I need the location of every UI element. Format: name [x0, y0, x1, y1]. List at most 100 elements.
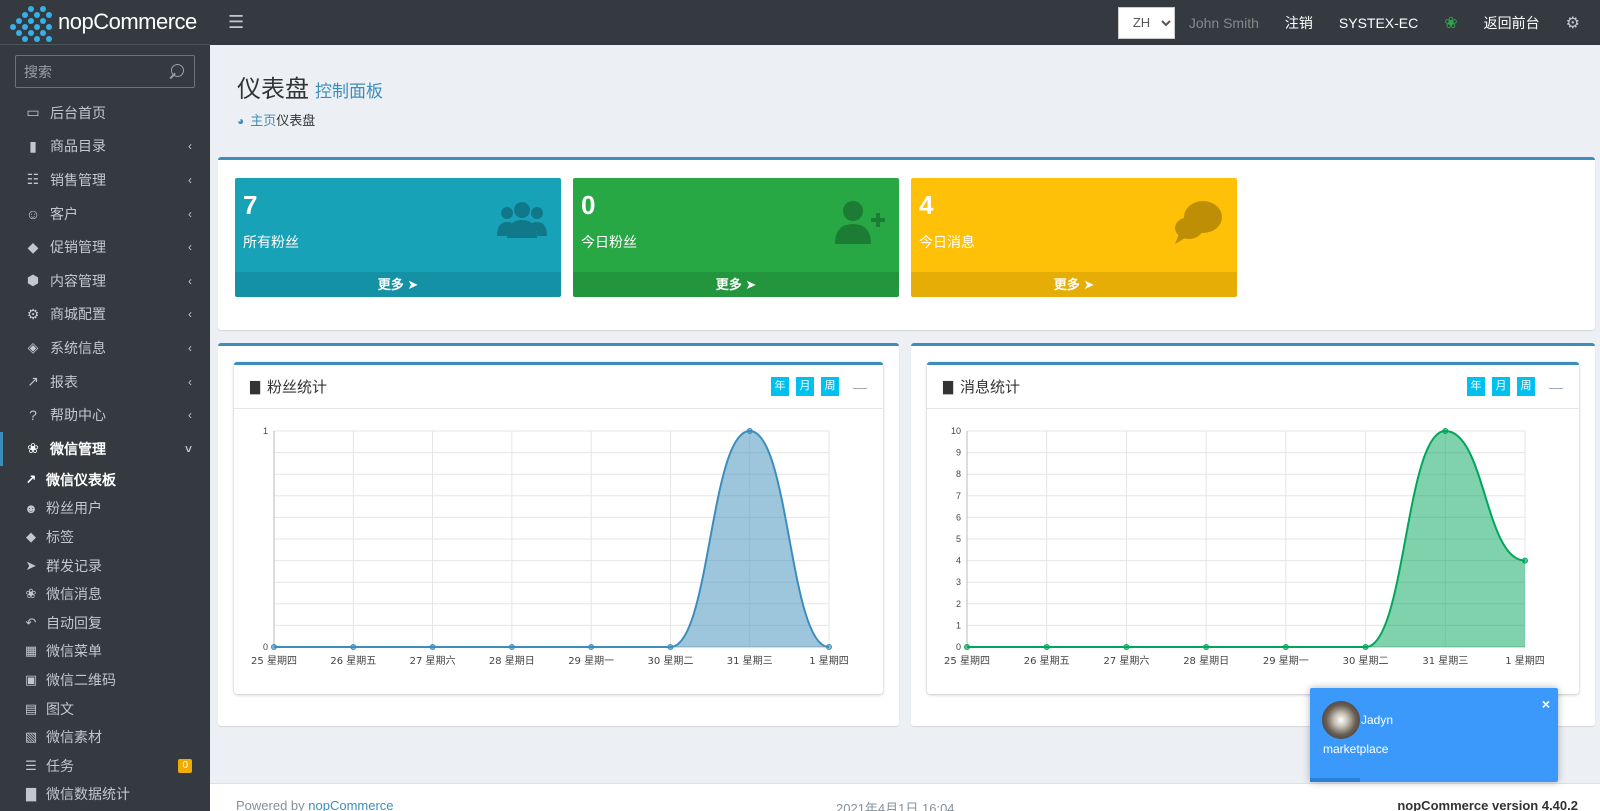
submenu-item[interactable]: ▧ 微信素材 — [0, 723, 210, 752]
back-to-store-link[interactable]: 返回前台 — [1484, 13, 1540, 33]
x-tick-label: 28 星期日 — [489, 655, 535, 667]
collapse-icon[interactable]: — — [1547, 379, 1565, 395]
submenu-item[interactable]: ▇ 微信数据统计 — [0, 780, 210, 809]
submenu-item[interactable]: ❀ 微信消息 — [0, 580, 210, 609]
qrcode-icon: ▣ — [24, 671, 38, 687]
user-name[interactable]: John Smith — [1189, 15, 1259, 31]
info-box-today-messages: 4 今日消息 更多 ➤ — [911, 178, 1237, 297]
x-tick-label: 25 星期四 — [944, 655, 990, 667]
gears-icon: ⚙ — [26, 305, 40, 322]
line-chart-icon: ↗ — [25, 471, 37, 487]
cart-icon: ☷ — [26, 171, 40, 188]
logout-link[interactable]: 注销 — [1285, 13, 1313, 33]
logo-dot — [22, 12, 28, 18]
messages-chart: 0 1 2 3 4 5 6 7 8 9 10 25 星期四 26 星期五 27 星期六 28 星期日 29 星… — [927, 409, 1579, 694]
wechat-icon[interactable]: ❀ — [1444, 13, 1457, 33]
info-box-all-fans: 7 所有粉丝 更多 ➤ — [235, 178, 561, 297]
chart-title: 粉丝统计 — [267, 379, 328, 396]
submenu-item[interactable]: ☰ 任务 0 — [0, 751, 210, 780]
logo-dot — [34, 12, 40, 18]
data-point — [964, 644, 970, 650]
sidebar-item[interactable]: ☷ 销售管理 ‹ — [0, 163, 210, 197]
search-icon[interactable] — [166, 62, 186, 82]
page-title-text: 仪表盘 — [237, 76, 309, 103]
fans-chart-panel: ▇ 粉丝统计 年 月 周 — 0 1 25 星期四 26 星期五 27 星期六 28 星期… — [218, 343, 899, 726]
x-tick-label: 26 星期五 — [330, 655, 376, 667]
sidebar-item[interactable]: ▮ 商品目录 ‹ — [0, 130, 210, 164]
info-box-value: 7 — [243, 190, 258, 220]
sidebar-item[interactable]: ☺ 客户 ‹ — [0, 197, 210, 231]
submenu-item-label: 微信消息 — [46, 586, 102, 603]
sidebar-item[interactable]: ❀ 微信管理 ˅ — [0, 431, 210, 466]
sidebar-item[interactable]: ▭ 后台首页 — [0, 96, 210, 130]
footer-powered: Powered by nopCommerce — [236, 798, 394, 811]
nopcommerce-link[interactable]: nopCommerce — [308, 798, 393, 811]
x-tick-label: 29 星期一 — [1263, 655, 1309, 667]
close-icon[interactable]: × — [1542, 696, 1550, 712]
top-navbar: ☰ ZH John Smith 注销 SYSTEX-EC ❀ 返回前台 ⚙ — [210, 0, 1600, 45]
tags-icon: ◆ — [27, 238, 39, 255]
more-link[interactable]: 更多 ➤ — [573, 272, 899, 297]
y-tick-label: 0 — [956, 642, 961, 652]
wechat-submenu: ↗ 微信仪表板 ☻ 粉丝用户 ◆ 标签 ➤ 群发记录 ❀ 微信消息 ↶ 自动回复 ▦ 微信菜单 ▣ 微信二维码… — [0, 466, 210, 809]
messages-chart-panel: ▇ 消息统计 年 月 周 — 0 1 2 3 4 5 6 7 8 9 10 25 星期四 26 星期五 2… — [911, 343, 1595, 726]
logo-dot — [16, 30, 22, 36]
data-point — [1203, 644, 1210, 650]
submenu-item[interactable]: ↶ 自动回复 — [0, 609, 210, 638]
logo-dot — [28, 18, 34, 24]
gears-icon[interactable]: ⚙ — [1566, 13, 1580, 33]
sidebar-item[interactable]: ⚙ 商城配置 ‹ — [0, 298, 210, 332]
logo-dot — [10, 24, 16, 30]
chevron-left-icon: ‹ — [188, 374, 192, 389]
submenu-item[interactable]: ➤ 群发记录 — [0, 551, 210, 580]
more-link[interactable]: 更多 ➤ — [235, 272, 561, 297]
brand[interactable]: nopCommerce — [0, 0, 210, 45]
breadcrumb-home-link[interactable]: 主页 — [250, 113, 276, 128]
week-button[interactable]: 周 — [1517, 377, 1535, 396]
y-tick-label: 10 — [951, 426, 961, 436]
sidebar-item[interactable]: ◆ 促销管理 ‹ — [0, 230, 210, 264]
sidebar-item-label: 报表 — [50, 373, 78, 390]
brand-name: nopCommerce — [58, 9, 197, 34]
year-button[interactable]: 年 — [1467, 377, 1485, 396]
language-select[interactable]: ZH — [1117, 6, 1175, 39]
submenu-item-label: 粉丝用户 — [46, 500, 102, 517]
submenu-item-label: 微信素材 — [46, 729, 102, 746]
sidebar-item[interactable]: ? 帮助中心 ‹ — [0, 398, 210, 432]
data-point — [1282, 644, 1289, 650]
y-tick-label: 0 — [263, 642, 268, 652]
sidebar-item[interactable]: ⬢ 内容管理 ‹ — [0, 264, 210, 298]
count-badge: 0 — [178, 758, 192, 773]
chevron-left-icon: ‹ — [188, 206, 192, 221]
sidebar-item[interactable]: ◈ 系统信息 ‹ — [0, 331, 210, 365]
store-link[interactable]: SYSTEX-EC — [1339, 15, 1418, 31]
week-button[interactable]: 周 — [821, 377, 839, 396]
toast-notification[interactable]: Jadyn marketplace × — [1310, 688, 1558, 782]
logo-dot — [40, 6, 46, 12]
submenu-item[interactable]: ▤ 图文 — [0, 694, 210, 723]
chart-title: 消息统计 — [960, 379, 1021, 396]
book-icon: ▮ — [29, 137, 37, 154]
hamburger-menu-icon[interactable]: ☰ — [228, 12, 244, 33]
submenu-item[interactable]: ↗ 微信仪表板 — [0, 466, 210, 495]
x-tick-label: 28 星期日 — [1183, 655, 1229, 667]
fans-chart-svg: 0 1 25 星期四 26 星期五 27 星期六 28 星期日 29 星期一 30 星期二 31… — [251, 426, 849, 667]
submenu-item[interactable]: ▣ 微信二维码 — [0, 666, 210, 695]
submenu-item[interactable]: ◆ 标签 — [0, 523, 210, 552]
data-point — [826, 644, 832, 650]
month-button[interactable]: 月 — [1492, 377, 1510, 396]
search-input[interactable] — [24, 63, 164, 80]
sidebar-item[interactable]: ↗ 报表 ‹ — [0, 365, 210, 399]
year-button[interactable]: 年 — [771, 377, 789, 396]
x-tick-label: 1 星期四 — [809, 655, 849, 667]
collapse-icon[interactable]: — — [851, 379, 869, 395]
submenu-item[interactable]: ☻ 粉丝用户 — [0, 494, 210, 523]
submenu-item[interactable]: ▦ 微信菜单 — [0, 637, 210, 666]
month-button[interactable]: 月 — [796, 377, 814, 396]
more-link[interactable]: 更多 ➤ — [911, 272, 1237, 297]
data-point — [429, 644, 436, 650]
wechat-icon: ❀ — [25, 586, 37, 602]
y-tick-label: 2 — [956, 599, 961, 609]
submenu-item-label: 微信仪表板 — [46, 471, 116, 488]
data-point — [746, 428, 753, 434]
